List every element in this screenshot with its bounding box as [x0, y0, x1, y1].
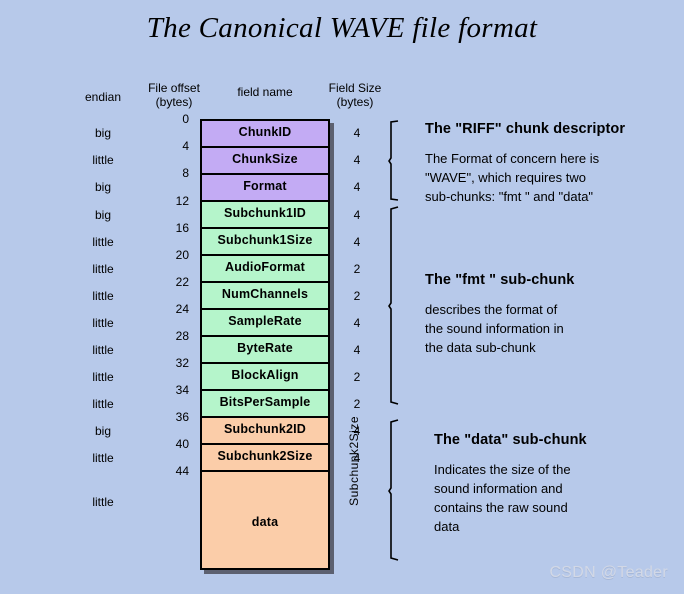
- endian-label: little: [92, 316, 114, 330]
- annotation-fmt-heading: The "fmt " sub-chunk: [425, 272, 575, 288]
- data-size-vertical-label: Subchunk2Size: [347, 416, 361, 506]
- field-box: Subchunk1Size: [200, 227, 330, 254]
- endian-label: little: [92, 370, 114, 384]
- endian-label: big: [94, 208, 111, 222]
- field-box: ChunkID: [200, 119, 330, 146]
- wave-field-table: ChunkID ChunkSize Format Subchunk1ID Sub…: [200, 119, 334, 574]
- field-size-label: 2: [353, 289, 361, 303]
- file-offset-label: 40: [175, 437, 189, 451]
- column-header-field-size: Field Size (bytes): [308, 81, 402, 109]
- annotation-data-body-line1: Indicates the size of the: [434, 462, 571, 477]
- watermark: CSDN @Teader: [549, 564, 668, 581]
- file-offset-label: 20: [175, 248, 189, 262]
- column-header-file-offset-line2: (bytes): [155, 95, 193, 109]
- endian-label: big: [94, 180, 111, 194]
- endian-label: little: [92, 289, 114, 303]
- annotation-fmt-body-line2: the sound information in: [425, 321, 564, 336]
- field-size-label: 2: [353, 370, 361, 384]
- file-offset-label: 16: [175, 221, 189, 235]
- field-size-label: 2: [353, 262, 361, 276]
- file-offset-label: 28: [175, 329, 189, 343]
- field-size-label: 4: [353, 343, 361, 357]
- endian-label: big: [94, 424, 111, 438]
- endian-label: little: [92, 495, 114, 509]
- file-offset-label: 32: [175, 356, 189, 370]
- annotation-fmt: The "fmt " sub-chunk describes the forma…: [425, 272, 675, 357]
- annotation-fmt-body: describes the format of the sound inform…: [425, 300, 675, 357]
- column-header-field-name: field name: [237, 85, 293, 99]
- column-header-file-offset-line1: File offset: [148, 81, 200, 95]
- annotation-riff-body-line3: sub-chunks: "fmt " and "data": [425, 189, 594, 204]
- field-box: SampleRate: [200, 308, 330, 335]
- column-header-field-size-line2: (bytes): [336, 95, 374, 109]
- field-size-label: 4: [353, 316, 361, 330]
- file-offset-label: 44: [175, 464, 189, 478]
- annotation-data: The "data" sub-chunk Indicates the size …: [434, 432, 684, 536]
- field-box: BitsPerSample: [200, 389, 330, 416]
- field-box: Subchunk2ID: [200, 416, 330, 443]
- file-offset-label: 22: [175, 275, 189, 289]
- column-header-file-offset: File offset (bytes): [127, 81, 221, 109]
- field-box: ChunkSize: [200, 146, 330, 173]
- field-size-label: 4: [353, 180, 361, 194]
- annotation-riff-body-line1: The Format of concern here is: [425, 151, 600, 166]
- endian-label: little: [92, 153, 114, 167]
- file-offset-label: 24: [175, 302, 189, 316]
- file-offset-label: 34: [175, 383, 189, 397]
- brace-fmt-icon: [388, 206, 404, 406]
- annotation-data-body-line2: sound information and: [434, 481, 563, 496]
- field-box: Subchunk2Size: [200, 443, 330, 470]
- brace-riff-icon: [388, 120, 404, 202]
- column-header-field-size-line1: Field Size: [328, 81, 382, 95]
- field-size-label: 4: [353, 126, 361, 140]
- field-box: AudioFormat: [200, 254, 330, 281]
- annotation-fmt-body-line3: the data sub-chunk: [425, 340, 536, 355]
- endian-label: little: [92, 451, 114, 465]
- endian-label: little: [92, 343, 114, 357]
- field-box: data: [200, 470, 330, 570]
- file-offset-label: 4: [182, 139, 189, 153]
- field-box: ByteRate: [200, 335, 330, 362]
- field-box: Format: [200, 173, 330, 200]
- file-offset-label: 36: [175, 410, 189, 424]
- endian-label: little: [92, 397, 114, 411]
- field-size-label: 2: [353, 397, 361, 411]
- annotation-fmt-body-line1: describes the format of: [425, 302, 558, 317]
- field-box: BlockAlign: [200, 362, 330, 389]
- file-offset-label: 0: [182, 112, 189, 126]
- annotation-data-heading: The "data" sub-chunk: [434, 432, 587, 448]
- annotation-data-body-line4: data: [434, 519, 460, 534]
- field-box: NumChannels: [200, 281, 330, 308]
- endian-label: big: [94, 126, 111, 140]
- file-offset-label: 12: [175, 194, 189, 208]
- annotation-riff-body-line2: "WAVE", which requires two: [425, 170, 586, 185]
- field-size-label: 4: [353, 208, 361, 222]
- annotation-riff-heading: The "RIFF" chunk descriptor: [425, 121, 626, 137]
- field-size-label: 4: [353, 235, 361, 249]
- field-box: Subchunk1ID: [200, 200, 330, 227]
- field-size-label: 4: [353, 153, 361, 167]
- brace-data-icon: [388, 419, 404, 562]
- file-offset-label: 8: [182, 166, 189, 180]
- annotation-data-body: Indicates the size of the sound informat…: [434, 460, 684, 536]
- wave-format-diagram: The Canonical WAVE file format endian Fi…: [0, 0, 684, 594]
- annotation-data-body-line3: contains the raw sound: [434, 500, 568, 515]
- endian-label: little: [92, 262, 114, 276]
- annotation-riff-body: The Format of concern here is "WAVE", wh…: [425, 149, 675, 206]
- page-title: The Canonical WAVE file format: [146, 12, 538, 44]
- annotation-riff: The "RIFF" chunk descriptor The Format o…: [425, 121, 675, 206]
- endian-label: little: [92, 235, 114, 249]
